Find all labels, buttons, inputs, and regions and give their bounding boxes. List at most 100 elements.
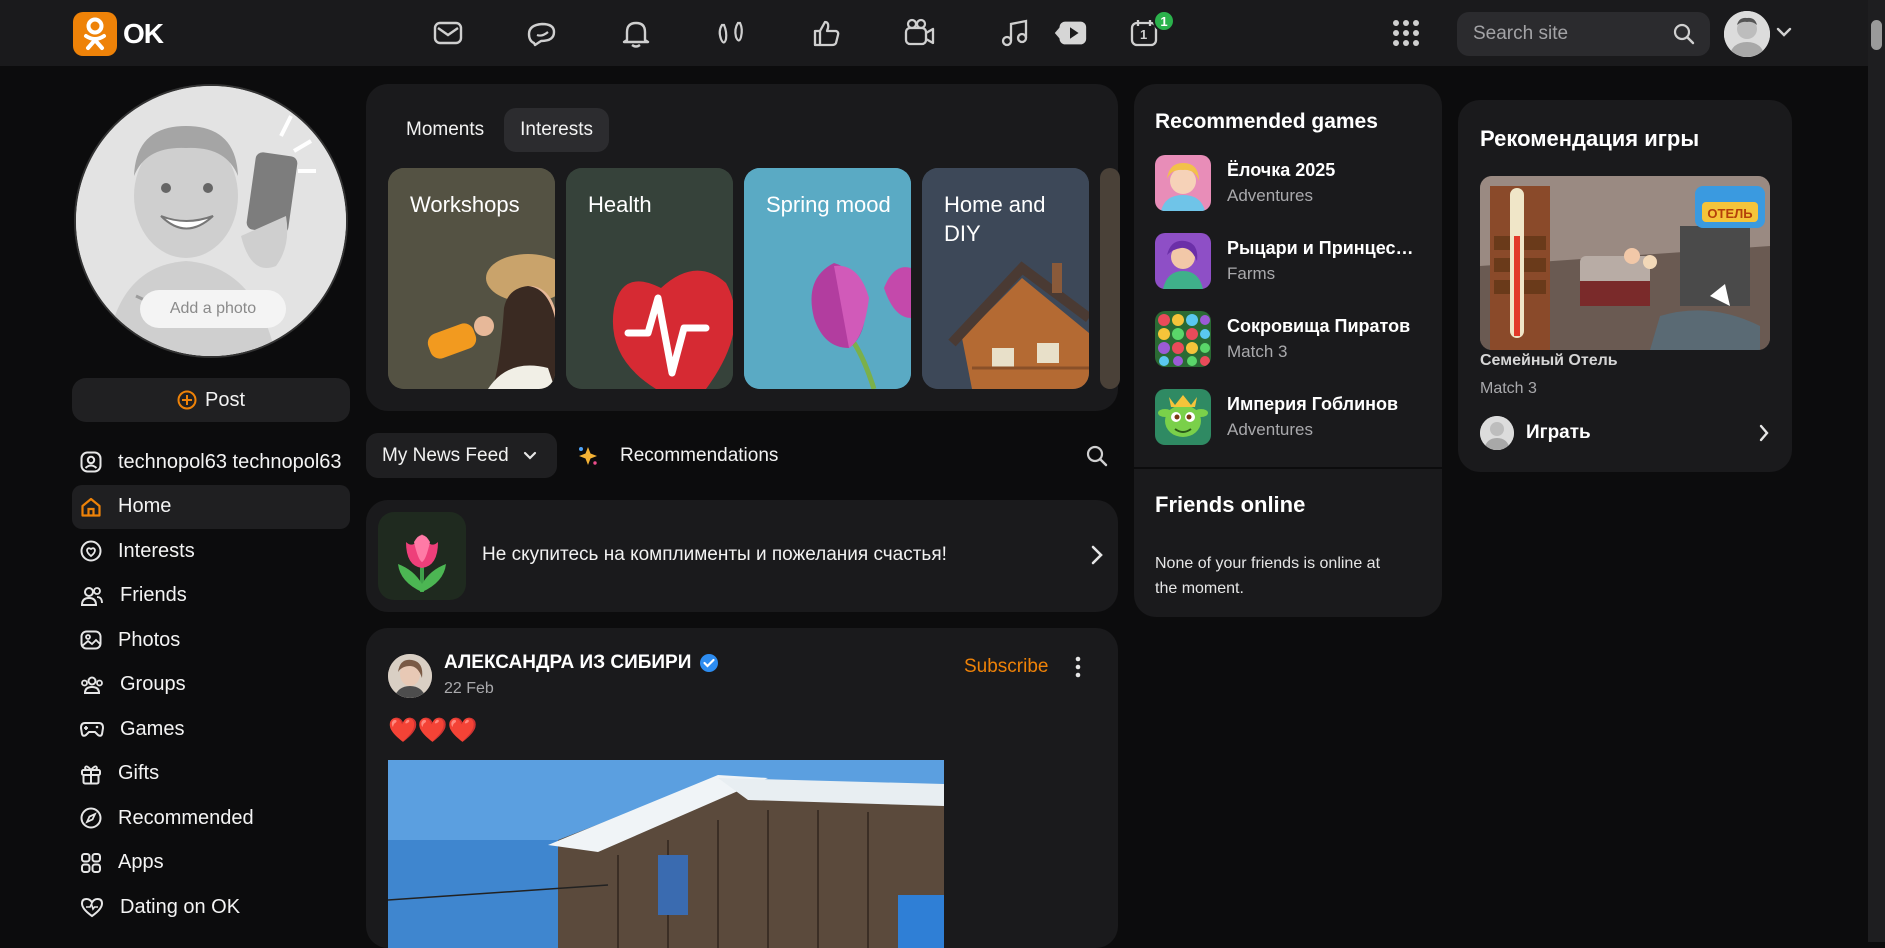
tab-moments[interactable]: Moments (390, 108, 500, 152)
home-icon (80, 496, 102, 518)
game-name: Ёлочка 2025 (1227, 160, 1336, 180)
play-button[interactable]: Играть (1480, 416, 1770, 450)
ok-logo-icon (73, 12, 117, 56)
interest-tile-next[interactable] (1100, 168, 1120, 389)
logo-text: OK (123, 18, 164, 49)
game-genre: Adventures (1227, 420, 1313, 439)
sidebar-item-label: Photos (118, 628, 181, 651)
groups-icon (80, 674, 104, 696)
video-calls-icon[interactable] (901, 14, 939, 52)
game-item[interactable]: Империя Гоблинов Adventures (1155, 389, 1417, 445)
game-item[interactable]: Сокровища Пиратов Match 3 (1155, 311, 1417, 367)
scrollbar-thumb[interactable] (1871, 20, 1882, 50)
apps-grid-icon[interactable] (1387, 14, 1425, 52)
chevron-right-icon[interactable] (1090, 544, 1104, 566)
chevron-down-icon[interactable] (1776, 26, 1792, 38)
user-icon (80, 451, 102, 473)
interests-card: Moments Interests Workshops Health Sprin… (366, 84, 1120, 411)
svg-text:ОТЕЛЬ: ОТЕЛЬ (1707, 206, 1752, 221)
sidebar-item-label: Groups (120, 673, 186, 696)
sidebar-item-friends[interactable]: Friends (72, 574, 350, 619)
notifications-icon[interactable] (617, 14, 655, 52)
sidebar-item-label: Recommended (118, 806, 254, 829)
user-avatar[interactable] (1724, 11, 1770, 57)
game-item[interactable]: Рыцари и Принцессы Farms (1155, 233, 1417, 289)
interest-tile-spring-mood[interactable]: Spring mood (744, 168, 911, 389)
game-reco-title: Рекомендация игры (1480, 126, 1700, 151)
calendar-icon[interactable]: 1 1 (1125, 10, 1175, 52)
feed-selector-label: My News Feed (382, 444, 509, 466)
post-image[interactable] (388, 760, 944, 948)
feed-selector[interactable]: My News Feed (366, 433, 557, 478)
search-icon[interactable] (1673, 23, 1695, 45)
play-label: Играть (1526, 422, 1591, 443)
tile-label: Home and DIY (944, 192, 1046, 246)
chevron-right-icon (1758, 423, 1770, 443)
guests-icon[interactable] (712, 14, 750, 52)
interest-tile-workshops[interactable]: Workshops (388, 168, 555, 389)
game-genre: Adventures (1227, 186, 1313, 205)
game-reco-banner[interactable]: ОТЕЛЬ (1480, 176, 1770, 350)
game-item[interactable]: Ёлочка 2025 Adventures (1155, 155, 1417, 211)
game-reco-genre: Match 3 (1480, 380, 1537, 397)
post-author-name[interactable]: АЛЕКСАНДРА ИЗ СИБИРИ (444, 652, 691, 674)
search-input[interactable] (1473, 23, 1663, 45)
widget-divider (1134, 467, 1442, 469)
sidebar-item-label: Games (120, 717, 185, 740)
feed-bar: My News Feed Recommendations (366, 433, 1118, 479)
dating-icon (80, 896, 104, 918)
interest-tile-health[interactable]: Health (566, 168, 733, 389)
feed-post: АЛЕКСАНДРА ИЗ СИБИРИ 22 Feb Subscribe ❤️… (366, 628, 1118, 948)
likes-icon[interactable] (807, 14, 845, 52)
compliment-banner[interactable]: Не скупитесь на комплименты и пожелания … (366, 500, 1118, 612)
sidebar-item-groups[interactable]: Groups (72, 663, 350, 708)
sidebar-item-home[interactable]: Home (72, 484, 350, 529)
sidebar-item-label: technopol63 technopol63 (118, 450, 342, 473)
game-name: Империя Гоблинов (1227, 394, 1399, 414)
sidebar-item-dating[interactable]: Dating on OK (72, 885, 350, 930)
more-options-icon[interactable] (1074, 656, 1082, 678)
game-reco-name: Семейный Отель (1480, 352, 1618, 369)
compliment-text: Не скупитесь на комплименты и пожелания … (482, 544, 947, 565)
discussions-icon[interactable] (523, 14, 561, 52)
recommended-games-title: Recommended games (1155, 110, 1378, 133)
plus-circle-icon (177, 390, 197, 410)
interest-tile-home-and-diy[interactable]: Home and DIY (922, 168, 1089, 389)
post-date: 22 Feb (444, 680, 494, 697)
post-button[interactable]: Post (72, 378, 350, 422)
sparkle-icon (576, 444, 600, 468)
sidebar-item-apps[interactable]: Apps (72, 841, 350, 886)
ok-logo[interactable]: OK (73, 12, 164, 56)
site-search[interactable] (1457, 12, 1710, 56)
friends-online-message: None of your friends is online at the mo… (1155, 555, 1381, 597)
feed-search-icon[interactable] (1086, 445, 1108, 467)
gift-icon (80, 763, 102, 785)
sidebar-item-gifts[interactable]: Gifts (72, 752, 350, 797)
recommendations-tab[interactable]: Recommendations (576, 433, 778, 478)
gamepad-icon (80, 718, 104, 740)
game-thumbnail (1155, 311, 1211, 367)
post-author-avatar[interactable] (388, 654, 432, 698)
subscribe-button[interactable]: Subscribe (964, 656, 1049, 678)
sidebar-item-recommended[interactable]: Recommended (72, 796, 350, 841)
tile-label: Spring mood (766, 192, 891, 217)
game-name: Сокровища Пиратов (1227, 316, 1411, 336)
tulip-icon (378, 512, 466, 600)
add-photo-button[interactable]: Add a photo (140, 290, 286, 328)
tab-interests[interactable]: Interests (504, 108, 610, 152)
game-thumbnail (1155, 389, 1211, 445)
scrollbar-track[interactable] (1868, 0, 1885, 942)
calendar-badge: 1 (1153, 10, 1175, 32)
tile-label: Workshops (410, 192, 520, 217)
sidebar-item-games[interactable]: Games (72, 707, 350, 752)
sidebar-item-photos[interactable]: Photos (72, 618, 350, 663)
video-icon[interactable] (1051, 14, 1089, 52)
sidebar-item-interests[interactable]: Interests (72, 529, 350, 574)
verified-icon (699, 653, 719, 673)
calendar-date: 1 (1140, 27, 1148, 42)
music-icon[interactable] (996, 14, 1034, 52)
chevron-down-icon (523, 451, 537, 461)
game-thumbnail (1155, 233, 1211, 289)
messages-icon[interactable] (429, 14, 467, 52)
sidebar-item-profile[interactable]: technopol63 technopol63 (72, 440, 350, 485)
